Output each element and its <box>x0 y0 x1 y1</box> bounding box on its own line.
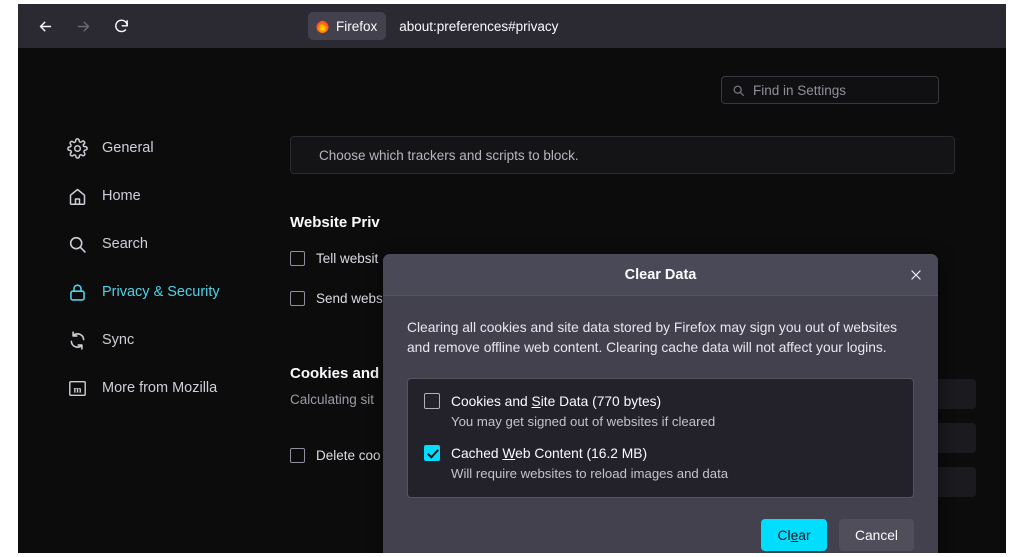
sidebar-item-label: General <box>102 140 154 156</box>
cached-web-content-checkbox[interactable] <box>424 445 440 461</box>
sidebar-item-privacy-security[interactable]: Privacy & Security <box>54 268 279 316</box>
cached-web-content-description: Will require websites to reload images a… <box>451 466 729 481</box>
cancel-button[interactable]: Cancel <box>839 519 914 551</box>
delete-cookies-row[interactable]: Delete coo <box>290 448 381 463</box>
sidebar-item-search[interactable]: Search <box>54 220 279 268</box>
dialog-body: Clearing all cookies and site data store… <box>383 296 938 498</box>
sidebar-item-label: More from Mozilla <box>102 380 218 396</box>
find-in-settings-input[interactable]: Find in Settings <box>721 76 939 104</box>
clear-data-dialog: Clear Data Clearing all cookies and site… <box>383 254 938 553</box>
forward-button[interactable] <box>66 9 100 43</box>
option-cached-web-content[interactable]: Cached Web Content (16.2 MB) Will requir… <box>424 445 897 481</box>
sidebar-item-home[interactable]: Home <box>54 172 279 220</box>
lock-icon <box>66 281 88 303</box>
brand-label: Firefox <box>336 18 378 34</box>
mozilla-m-glyph: m <box>68 380 86 396</box>
clear-label-after: ar <box>798 527 811 543</box>
cookies-status-text: Calculating sit <box>290 392 375 407</box>
sidebar-item-label: Sync <box>102 332 135 348</box>
sidebar-item-label: Search <box>102 236 148 252</box>
browser-toolbar: Firefox about:preferences#privacy <box>18 4 1006 48</box>
cached-web-content-label: Cached Web Content (16.2 MB) <box>451 446 647 461</box>
find-in-settings-placeholder: Find in Settings <box>753 82 847 98</box>
sidebar-item-more-from-mozilla[interactable]: m More from Mozilla <box>54 364 279 412</box>
address-bar[interactable]: Firefox about:preferences#privacy <box>308 11 558 41</box>
accesskey-char: e <box>790 527 799 543</box>
cookies-site-data-checkbox[interactable] <box>424 393 440 409</box>
sidebar-item-label: Home <box>102 188 141 204</box>
clear-label-before: Cl <box>777 527 791 543</box>
dialog-title: Clear Data <box>624 266 697 283</box>
send-websites-row[interactable]: Send webs <box>290 291 383 306</box>
search-icon <box>733 85 744 96</box>
label-part-before: Cached <box>451 445 503 461</box>
firefox-logo-icon <box>316 20 329 33</box>
close-icon <box>910 269 921 280</box>
trackers-info-text: Choose which trackers and scripts to blo… <box>319 147 579 163</box>
search-icon <box>66 233 88 255</box>
send-websites-label: Send webs <box>316 291 383 306</box>
reload-button[interactable] <box>104 9 138 43</box>
sidebar-item-sync[interactable]: Sync <box>54 316 279 364</box>
settings-sidebar: General Home Search Privacy & Security S… <box>54 124 279 412</box>
cookies-heading: Cookies and <box>290 365 380 382</box>
sync-icon <box>66 329 88 351</box>
checkbox-unchecked-icon[interactable] <box>290 448 305 463</box>
close-button[interactable] <box>903 262 928 287</box>
checkbox-unchecked-icon[interactable] <box>290 291 305 306</box>
svg-text:m: m <box>73 384 81 395</box>
reload-icon <box>114 19 128 32</box>
option-cookies-and-site-data[interactable]: Cookies and Site Data (770 bytes) You ma… <box>424 393 897 429</box>
dialog-description: Clearing all cookies and site data store… <box>407 320 898 355</box>
url-text[interactable]: about:preferences#privacy <box>399 19 558 34</box>
home-icon <box>66 185 88 207</box>
browser-window: Firefox about:preferences#privacy Find i… <box>18 4 1006 553</box>
label-part-after: ite Data (770 bytes) <box>540 393 662 409</box>
arrow-left-icon <box>39 21 51 31</box>
dialog-footer: Cl e ar Cancel <box>383 498 938 553</box>
clear-button[interactable]: Cl e ar <box>761 519 828 551</box>
cookies-site-data-label: Cookies and Site Data (770 bytes) <box>451 394 661 409</box>
label-part-before: Cookies and <box>451 393 532 409</box>
screenshot-root: Firefox about:preferences#privacy Find i… <box>0 0 1024 557</box>
sidebar-item-label: Privacy & Security <box>102 284 220 300</box>
dialog-header: Clear Data <box>383 254 938 296</box>
accesskey-char: S <box>531 393 541 409</box>
tell-websites-label: Tell websit <box>316 251 379 266</box>
mozilla-icon: m <box>66 377 88 399</box>
accesskey-char: W <box>502 445 516 461</box>
website-privacy-heading: Website Priv <box>290 214 380 231</box>
label-part-after: eb Content (16.2 MB) <box>515 445 648 461</box>
clear-data-options-group: Cookies and Site Data (770 bytes) You ma… <box>407 378 914 498</box>
gear-icon <box>66 137 88 159</box>
back-button[interactable] <box>28 9 62 43</box>
arrow-right-icon <box>77 21 89 31</box>
checkbox-unchecked-icon[interactable] <box>290 251 305 266</box>
firefox-brand-chip: Firefox <box>308 12 387 40</box>
trackers-info-strip: Choose which trackers and scripts to blo… <box>290 136 955 174</box>
tell-websites-row[interactable]: Tell websit <box>290 251 378 266</box>
sidebar-item-general[interactable]: General <box>54 124 279 172</box>
settings-page: Find in Settings Choose which trackers a… <box>18 48 1006 553</box>
cookies-site-data-description: You may get signed out of websites if cl… <box>451 414 716 429</box>
delete-cookies-label: Delete coo <box>316 448 381 463</box>
